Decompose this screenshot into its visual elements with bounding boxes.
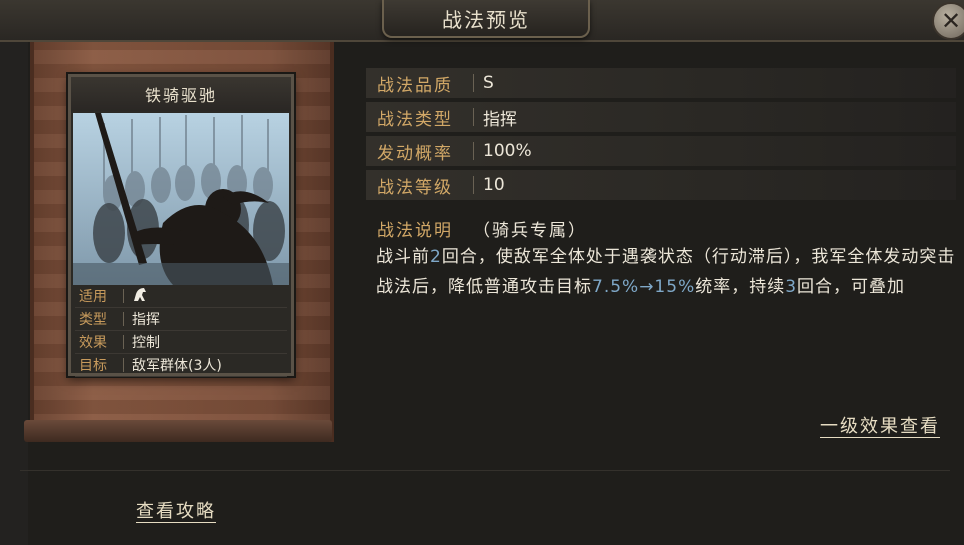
- description-number: 2: [430, 247, 442, 267]
- tactic-card-art: [73, 113, 289, 285]
- horse-icon: [132, 286, 148, 306]
- divider: [123, 289, 124, 303]
- divider: [473, 108, 474, 126]
- stat-row-target: 目标 敌军群体(3人): [75, 354, 287, 377]
- stat-key: 目标: [79, 358, 107, 374]
- description-text: 战斗前2回合，使敌军全体处于遇袭状态（行动滞后），我军全体发动突击战法后，降低普…: [376, 242, 956, 302]
- info-key: 战法类型: [377, 109, 453, 130]
- cavalry-charge-illustration: [73, 113, 289, 285]
- info-key: 战法等级: [377, 177, 453, 198]
- tactic-card: 铁骑驱驰 适用 类型 指挥 效果 控制 目标 敌军群体(3人): [68, 74, 294, 377]
- divider: [473, 142, 474, 160]
- info-row-quality: 战法品质 S: [366, 68, 956, 98]
- info-row-probability: 发动概率 100%: [366, 136, 956, 166]
- divider: [473, 176, 474, 194]
- info-key: 战法品质: [377, 75, 453, 96]
- tactic-card-stats: 适用 类型 指挥 效果 控制 目标 敌军群体(3人): [75, 285, 287, 377]
- description-tag: （骑兵专属）: [473, 221, 587, 241]
- scroll-roller: [24, 420, 332, 442]
- bottom-divider: [20, 470, 950, 471]
- dialog-title: 战法预览: [382, 0, 590, 38]
- info-value: S: [483, 73, 494, 93]
- description-number: 3: [785, 277, 798, 297]
- tactic-card-name: 铁骑驱驰: [71, 77, 291, 111]
- description-text-part: 统率，持续: [695, 277, 786, 297]
- stat-value: 指挥: [132, 312, 160, 328]
- divider: [123, 358, 124, 372]
- description-header: 战法说明 （骑兵专属）: [377, 216, 587, 241]
- close-button[interactable]: ✕: [932, 2, 964, 40]
- divider: [473, 74, 474, 92]
- stat-row-effect: 效果 控制: [75, 331, 287, 354]
- description-label: 战法说明: [377, 221, 453, 241]
- description-text-part: 战斗前: [376, 247, 430, 267]
- info-row-type: 战法类型 指挥: [366, 102, 956, 132]
- divider: [123, 312, 124, 326]
- description-text-part: 回合，可叠加: [797, 277, 906, 297]
- close-icon: ✕: [940, 7, 962, 35]
- divider: [123, 335, 124, 349]
- stat-row-type: 类型 指挥: [75, 308, 287, 331]
- info-value: 10: [483, 175, 505, 195]
- description-number: 7.5%→15%: [592, 277, 696, 297]
- stat-value: 敌军群体(3人): [132, 358, 222, 374]
- stat-key: 适用: [79, 289, 107, 305]
- info-row-level: 战法等级 10: [366, 170, 956, 200]
- info-value: 100%: [483, 141, 532, 161]
- stat-key: 类型: [79, 312, 107, 328]
- info-key: 发动概率: [377, 143, 453, 164]
- stat-row-applicable: 适用: [75, 285, 287, 308]
- level-effect-link[interactable]: 一级效果查看: [820, 412, 940, 438]
- info-value: 指挥: [483, 109, 517, 130]
- stat-value: 控制: [132, 335, 160, 351]
- stat-key: 效果: [79, 335, 107, 351]
- guide-link[interactable]: 查看攻略: [136, 497, 216, 523]
